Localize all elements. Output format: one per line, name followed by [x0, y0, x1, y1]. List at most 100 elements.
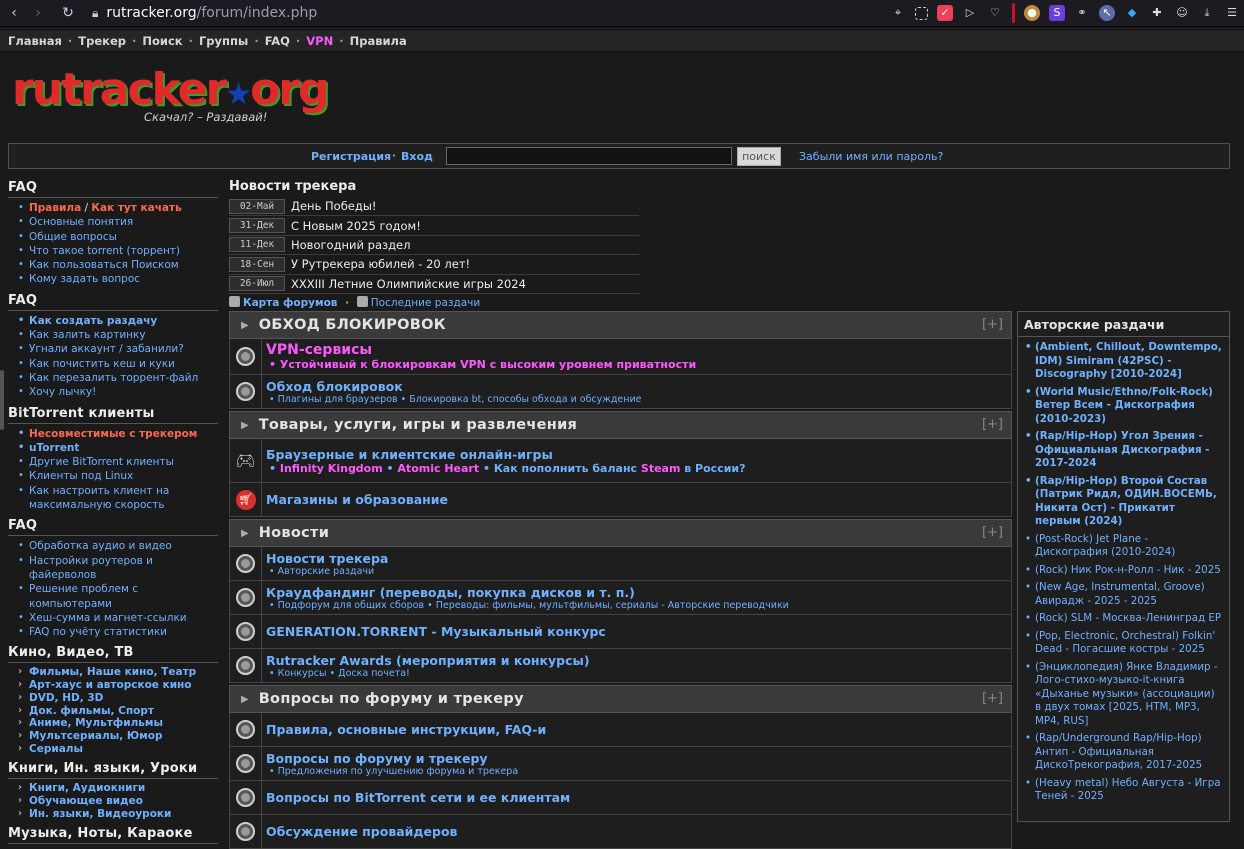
sidebar-item[interactable]: Общие вопросы [16, 230, 218, 245]
diamond-icon[interactable]: ◆ [1124, 5, 1140, 21]
latest-releases-link[interactable]: Последние раздачи [371, 297, 480, 309]
search-input[interactable] [446, 147, 732, 165]
nav-search[interactable]: Поиск [142, 34, 182, 48]
forgot-password-link[interactable]: Забыли имя или пароль? [799, 150, 943, 163]
reload-icon[interactable]: ↻ [56, 5, 80, 21]
forum-title[interactable]: Краудфандинг (переводы, покупка дисков и… [266, 585, 789, 600]
sidebar-item[interactable]: Угнали аккаунт / забанили? [16, 342, 218, 357]
sidebar-item[interactable]: Хочу лычку! [16, 385, 218, 400]
sidebar-item[interactable]: Как создать раздачу [16, 314, 218, 329]
forum-title[interactable]: Магазины и образование [266, 492, 448, 507]
forum-title[interactable]: Обход блокировок [266, 379, 641, 394]
forum-row[interactable]: Правила, основные инструкции, FAQ-и [229, 713, 1012, 747]
sidebar-item[interactable]: Обработка аудио и видео [16, 539, 218, 554]
forum-row[interactable]: 🎮︎ Браузерные и клиентские онлайн-игры •… [229, 439, 1012, 483]
category-header[interactable]: ▶ Товары, услуги, игры и развлечения [+] [229, 411, 1012, 439]
forum-title[interactable]: GENERATION.TORRENT - Музыкальный конкурс [266, 624, 606, 639]
forum-row[interactable]: Вопросы по BitTorrent сети и ее клиентам [229, 781, 1012, 815]
register-link[interactable]: Регистрация [311, 150, 391, 163]
release-item[interactable]: (Post-Rock) Jet Plane - Дискография (201… [1024, 533, 1223, 560]
sidebar-item[interactable]: Как почистить кеш и куки [16, 357, 218, 372]
sidebar-item[interactable]: Фильмы, Наше кино, Театр [16, 666, 218, 679]
sidebar-item[interactable]: Правила / Как тут качать [16, 201, 218, 216]
sidebar-item[interactable]: Ин. языки, Видеоуроки [16, 808, 218, 821]
release-item[interactable]: (Heavy metal) Небо Августа - Игра Теней … [1024, 777, 1223, 804]
sidebar-item[interactable]: Сериалы [16, 743, 218, 756]
toggle-button[interactable]: [+] [982, 317, 1003, 332]
screenshot-icon[interactable] [915, 6, 928, 20]
sidebar-item[interactable]: Мультсериалы, Юмор [16, 730, 218, 743]
category-header[interactable]: ▶ Новости [+] [229, 519, 1012, 547]
forum-row[interactable]: GENERATION.TORRENT - Музыкальный конкурс [229, 615, 1012, 649]
sidebar-item[interactable]: Хеш-сумма и магнет-ссылки [16, 611, 218, 626]
sidebar-item[interactable]: Основные понятия [16, 215, 218, 230]
forum-row[interactable]: VPN-сервисы • Устойчивый к блокировкам V… [229, 339, 1012, 375]
release-item[interactable]: (Pop, Electronic, Orchestral) Folkin' De… [1024, 630, 1223, 657]
sidebar-item[interactable]: Как пользоваться Поиском [16, 258, 218, 273]
forum-row[interactable]: Обсуждение провайдеров [229, 815, 1012, 849]
toggle-button[interactable]: [+] [982, 417, 1003, 432]
play-icon[interactable]: ▷ [962, 5, 978, 21]
toggle-button[interactable]: [+] [982, 691, 1003, 706]
forum-title[interactable]: Rutracker Awards (мероприятия и конкурсы… [266, 653, 590, 668]
download-icon[interactable]: ⤓ [1199, 5, 1215, 21]
sidebar-item[interactable]: Аниме, Мультфильмы [16, 717, 218, 730]
release-item[interactable]: (Ambient, Chillout, Downtempo, IDM) Simi… [1024, 341, 1223, 382]
sidebar-item[interactable]: Клиенты под Linux [16, 469, 218, 484]
nav-groups[interactable]: Группы [199, 34, 248, 48]
sidebar-item[interactable]: Другие BitTorrent клиенты [16, 455, 218, 470]
sidebar-item[interactable]: DVD, HD, 3D [16, 692, 218, 705]
release-item[interactable]: (New Age, Instrumental, Groove) Авирадж … [1024, 581, 1223, 608]
search-button[interactable]: поиск [737, 147, 781, 166]
nav-faq[interactable]: FAQ [265, 34, 290, 48]
forward-icon[interactable]: › [26, 5, 50, 21]
cursor-icon[interactable]: ↖ [1099, 5, 1115, 21]
menu-icon[interactable]: ☰ [1224, 5, 1240, 21]
site-logo[interactable]: rutracker★org Скачал? – Раздавай! [12, 64, 330, 128]
cookie-icon[interactable]: ● [1024, 5, 1040, 21]
forum-title[interactable]: Вопросы по форуму и трекеру [266, 751, 518, 766]
nav-rules[interactable]: Правила [350, 34, 407, 48]
account-icon[interactable]: ☺ [1174, 5, 1190, 21]
news-item[interactable]: 26-Июл XXXIII Летние Олимпийские игры 202… [229, 275, 639, 294]
release-item[interactable]: (Rock) Ник Рок-н-Ролл - Ник - 2025 [1024, 564, 1223, 578]
back-icon[interactable]: ‹ [2, 5, 26, 21]
release-item[interactable]: (Rap/Hip-Hop) Угол Зрения - Официальная … [1024, 430, 1223, 471]
sidebar-item[interactable]: Арт-хаус и авторское кино [16, 679, 218, 692]
sidebar-item[interactable]: Кому задать вопрос [16, 272, 218, 287]
release-item[interactable]: (Энциклопедия) Янке Владимир - Лого-стих… [1024, 661, 1223, 729]
forum-row[interactable]: Rutracker Awards (мероприятия и конкурсы… [229, 649, 1012, 683]
release-item[interactable]: (Rap/Underground Rap/Hip-Hop) Антип - Оф… [1024, 732, 1223, 773]
sidebar-item[interactable]: uTorrent [16, 441, 218, 456]
sidebar-item[interactable]: Несовместимые с трекером [16, 427, 218, 442]
forum-row[interactable]: Обход блокировок • Плагины для браузеров… [229, 375, 1012, 409]
release-item[interactable]: (Rock) SLM - Москва-Ленинград EP [1024, 612, 1223, 626]
sidebar-item[interactable]: FAQ по учёту статистики [16, 625, 218, 640]
category-header[interactable]: ▶ Вопросы по форуму и трекеру [+] [229, 685, 1012, 713]
news-item[interactable]: 11-Дек Новогодний раздел [229, 236, 639, 256]
sidebar-item[interactable]: Обучающее видео [16, 795, 218, 808]
nav-home[interactable]: Главная [8, 34, 62, 48]
puzzle-icon[interactable]: ✚ [1149, 5, 1165, 21]
address-bar[interactable]: 🔒︎ rutracker.org/forum/index.php [92, 3, 852, 23]
forum-title[interactable]: VPN-сервисы [266, 342, 696, 358]
release-item[interactable]: (World Music/Ethno/Folk-Rock) Ветер Всем… [1024, 386, 1223, 427]
toggle-button[interactable]: [+] [982, 525, 1003, 540]
forum-map-link[interactable]: Карта форумов [243, 297, 337, 309]
news-item[interactable]: 18-Сен У Рутрекера юбилей - 20 лет! [229, 255, 639, 275]
heart-icon[interactable]: ♡ [987, 5, 1003, 21]
sidebar-item[interactable]: Настройки роутеров и файерволов [16, 554, 218, 583]
forum-row[interactable]: Вопросы по форуму и трекеру • Предложени… [229, 747, 1012, 781]
nav-vpn[interactable]: VPN [306, 34, 333, 48]
sidebar-item[interactable]: Как перезалить торрент-файл [16, 371, 218, 386]
forum-row[interactable]: Краудфандинг (переводы, покупка дисков и… [229, 581, 1012, 615]
forum-title[interactable]: Новости трекера [266, 551, 388, 566]
forum-title[interactable]: Правила, основные инструкции, FAQ-и [266, 722, 546, 737]
sidebar-item[interactable]: Книги, Аудиокниги [16, 782, 218, 795]
forum-title[interactable]: Вопросы по BitTorrent сети и ее клиентам [266, 790, 570, 805]
sidebar-item[interactable]: Как настроить клиент на максимальную ско… [16, 484, 218, 513]
sidebar-item[interactable]: Док. фильмы, Спорт [16, 705, 218, 718]
nav-tracker[interactable]: Трекер [78, 34, 126, 48]
forum-title[interactable]: Обсуждение провайдеров [266, 824, 457, 839]
pin-icon[interactable]: ⌖ [890, 5, 906, 21]
